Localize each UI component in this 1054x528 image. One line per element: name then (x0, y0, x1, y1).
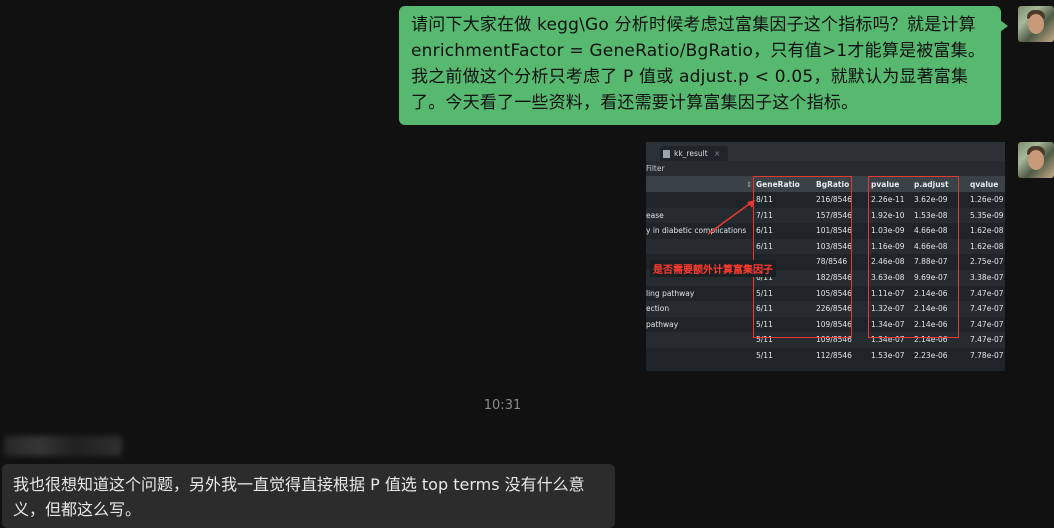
table-cell: 7.47e-07 (970, 288, 1004, 298)
sender-name-blurred (4, 436, 122, 456)
annotation-label: 是否需要额外计算富集因子 (650, 260, 776, 277)
filter-bar: Filter (646, 161, 1005, 177)
tab-label: kk_result (674, 149, 708, 158)
close-icon: × (714, 149, 721, 158)
table-cell: 2.23e-06 (914, 351, 948, 360)
table-cell: 5.35e-09 (970, 210, 1004, 220)
table-cell: 1.53e-07 (871, 351, 905, 360)
table-cell: 2.75e-07 (970, 257, 1004, 267)
table-cell: 7.47e-07 (970, 335, 1004, 345)
highlight-box-pvalues (868, 176, 959, 338)
incoming-message-bubble[interactable]: 我也很想知道这个问题，另外我一直觉得直接根据 P 值选 top terms 没有… (2, 464, 615, 528)
my-avatar-2[interactable] (1018, 142, 1054, 178)
my-avatar[interactable] (1018, 6, 1054, 42)
table-cell: ease (646, 210, 664, 220)
tab-bar: kk_result × (646, 142, 1005, 161)
table-cell: ection (646, 304, 670, 314)
table-cell: 1.62e-08 (970, 241, 1004, 251)
table-row: 5/11 112/8546 1.53e-07 2.23e-06 7.78e-07 (646, 348, 1005, 364)
filter-label: Filter (646, 164, 665, 173)
table-cell: ling pathway (646, 288, 695, 298)
table-cell: 7.47e-07 (970, 304, 1004, 314)
message-timestamp: 10:31 (483, 398, 522, 413)
table-cell: 112/8546 (816, 351, 852, 360)
table-cell: 3.38e-07 (970, 273, 1004, 282)
tab-kk-result: kk_result × (660, 146, 729, 161)
document-icon (663, 150, 670, 158)
highlight-box-ratios (753, 176, 852, 338)
table-cell: 1.62e-08 (970, 226, 1004, 236)
table-cell: 5/11 (756, 351, 773, 360)
column-header-qvalue: qvalue (970, 180, 999, 189)
table-cell: 7.47e-07 (970, 319, 1004, 329)
table-cell: 1.26e-09 (970, 195, 1004, 204)
chat-window: 请问下大家在做 kegg\Go 分析时候考虑过富集因子这个指标吗？就是计算 en… (0, 0, 1054, 528)
sort-icon: ⇕ (746, 180, 753, 189)
annotation-arrow (707, 200, 755, 235)
table-cell: 7.78e-07 (970, 351, 1004, 360)
outgoing-message-bubble[interactable]: 请问下大家在做 kegg\Go 分析时候考虑过富集因子这个指标吗？就是计算 en… (399, 6, 1008, 125)
table-cell: pathway (646, 319, 679, 329)
image-message-table-screenshot[interactable]: kk_result × Filter ⇕ GeneRatio BgRatio p… (646, 142, 1005, 371)
